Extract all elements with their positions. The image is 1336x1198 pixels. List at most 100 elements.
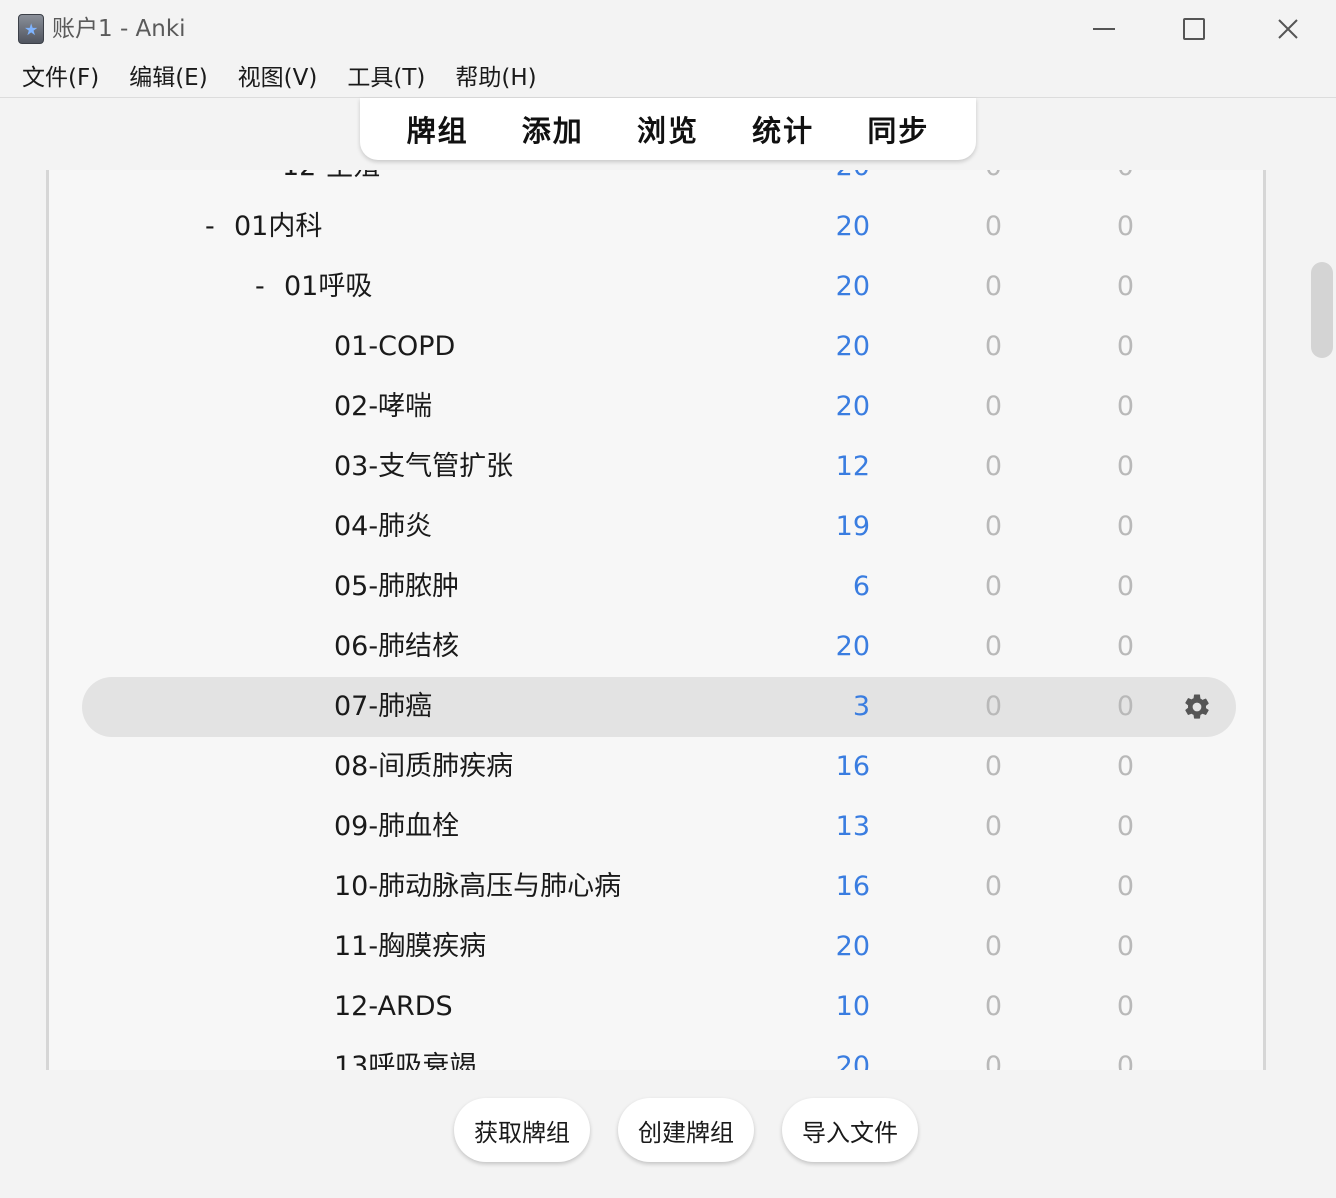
new-count: 13 [835, 811, 870, 842]
deck-name[interactable]: 09-肺血栓 [334, 797, 459, 857]
deck-name[interactable]: 06-肺结核 [334, 617, 459, 677]
gear-icon[interactable] [1182, 692, 1212, 722]
scrollbar-thumb[interactable] [1311, 262, 1333, 358]
learn-count: 0 [984, 631, 1002, 662]
deck-name[interactable]: 01-COPD [334, 317, 455, 377]
collapse-toggle[interactable]: - [255, 257, 265, 317]
toolbar-sync[interactable]: 同步 [867, 108, 929, 150]
get-shared-button[interactable]: 获取牌组 [454, 1098, 590, 1162]
deck-name[interactable]: 01内科 [234, 197, 322, 257]
new-count: 20 [835, 211, 870, 242]
learn-count: 0 [984, 691, 1002, 722]
learn-count: 0 [984, 211, 1002, 242]
deck-name[interactable]: 05-肺脓肿 [334, 557, 459, 617]
new-count: 10 [835, 991, 870, 1022]
due-count: 0 [1117, 170, 1134, 197]
toolbar-browse[interactable]: 浏览 [637, 108, 699, 150]
title-bar: ★ 账户1 - Anki [0, 0, 1336, 58]
learn-count: 0 [984, 751, 1002, 782]
new-count: 20 [835, 391, 870, 422]
due-count: 0 [1116, 391, 1134, 422]
toolbar-decks[interactable]: 牌组 [407, 108, 469, 150]
new-count: 20 [835, 271, 870, 302]
deck-row[interactable]: -01呼吸 20 0 0 [82, 257, 1236, 317]
new-count: 16 [835, 751, 870, 782]
minimize-button[interactable] [1074, 8, 1134, 50]
learn-count: 0 [984, 511, 1002, 542]
due-count: 0 [1116, 991, 1134, 1022]
close-icon [1278, 19, 1298, 39]
new-count: 20 [835, 631, 870, 662]
deck-name[interactable]: 12-ARDS [334, 977, 453, 1037]
deck-name[interactable]: 04-肺炎 [334, 497, 432, 557]
deck-name[interactable]: 13呼吸衰竭 [334, 1037, 476, 1070]
toolbar-add[interactable]: 添加 [522, 108, 584, 150]
due-count: 0 [1116, 931, 1134, 962]
deck-row[interactable]: 12-ARDS 10 0 0 [82, 977, 1236, 1037]
deck-row[interactable]: 05-肺脓肿 6 0 0 [82, 557, 1236, 617]
toolbar-stats[interactable]: 统计 [752, 108, 814, 150]
deck-list: 12-生殖2000-01内科2000-01呼吸200001-COPD200002… [46, 170, 1266, 1070]
learn-count: 0 [984, 391, 1002, 422]
menu-tools[interactable]: 工具(T) [331, 58, 439, 98]
due-count: 0 [1116, 1051, 1134, 1070]
menu-view[interactable]: 视图(V) [222, 58, 332, 98]
maximize-icon [1183, 18, 1205, 40]
deck-name[interactable]: 07-肺癌 [334, 677, 432, 737]
learn-count: 0 [985, 170, 1002, 197]
deck-row[interactable]: 04-肺炎 19 0 0 [82, 497, 1236, 557]
deck-row[interactable]: 03-支气管扩张 12 0 0 [82, 437, 1236, 497]
due-count: 0 [1116, 571, 1134, 602]
anki-window: ★ 账户1 - Anki 文件(F) 编辑(E) 视图(V) 工具(T) 帮助(… [0, 0, 1336, 1198]
deck-row[interactable]: 12-生殖 20 0 0 [82, 170, 1236, 197]
deck-row[interactable]: 13呼吸衰竭 20 0 0 [82, 1037, 1236, 1070]
due-count: 0 [1116, 211, 1134, 242]
deck-name[interactable]: 10-肺动脉高压与肺心病 [334, 857, 621, 917]
new-count: 3 [852, 691, 870, 722]
deck-row[interactable]: 08-间质肺疾病 16 0 0 [82, 737, 1236, 797]
deck-name[interactable]: 01呼吸 [284, 257, 372, 317]
due-count: 0 [1116, 331, 1134, 362]
deck-name[interactable]: 12-生殖 [282, 170, 380, 197]
deck-name[interactable]: 08-间质肺疾病 [334, 737, 513, 797]
due-count: 0 [1116, 631, 1134, 662]
maximize-button[interactable] [1164, 8, 1224, 50]
due-count: 0 [1116, 451, 1134, 482]
new-count: 20 [835, 331, 870, 362]
learn-count: 0 [984, 571, 1002, 602]
due-count: 0 [1116, 691, 1134, 722]
deck-row[interactable]: 02-哮喘 20 0 0 [82, 377, 1236, 437]
deck-row[interactable]: 01-COPD 20 0 0 [82, 317, 1236, 377]
menu-edit[interactable]: 编辑(E) [113, 58, 221, 98]
new-count: 12 [835, 451, 870, 482]
menu-help[interactable]: 帮助(H) [439, 58, 550, 98]
deck-row[interactable]: 10-肺动脉高压与肺心病 16 0 0 [82, 857, 1236, 917]
learn-count: 0 [984, 331, 1002, 362]
due-count: 0 [1116, 511, 1134, 542]
new-count: 20 [835, 931, 870, 962]
deck-name[interactable]: 02-哮喘 [334, 377, 432, 437]
new-count: 16 [835, 871, 870, 902]
new-count: 20 [836, 170, 870, 197]
close-button[interactable] [1258, 8, 1318, 50]
anki-app-icon[interactable]: ★ [18, 14, 44, 44]
new-count: 19 [835, 511, 870, 542]
collapse-toggle[interactable]: - [205, 197, 215, 257]
import-file-button[interactable]: 导入文件 [782, 1098, 918, 1162]
star-icon: ★ [24, 20, 39, 39]
learn-count: 0 [984, 871, 1002, 902]
deck-row[interactable]: 11-胸膜疾病 20 0 0 [82, 917, 1236, 977]
new-count: 6 [852, 571, 870, 602]
deck-row[interactable]: 09-肺血栓 13 0 0 [82, 797, 1236, 857]
menu-file[interactable]: 文件(F) [0, 58, 113, 98]
deck-row[interactable]: 06-肺结核 20 0 0 [82, 617, 1236, 677]
deck-name[interactable]: 11-胸膜疾病 [334, 917, 486, 977]
deck-row[interactable]: 07-肺癌 3 0 0 [82, 677, 1236, 737]
due-count: 0 [1116, 271, 1134, 302]
due-count: 0 [1116, 751, 1134, 782]
new-count: 20 [835, 1051, 870, 1070]
deck-row[interactable]: -01内科 20 0 0 [82, 197, 1236, 257]
create-deck-button[interactable]: 创建牌组 [618, 1098, 754, 1162]
due-count: 0 [1116, 811, 1134, 842]
deck-name[interactable]: 03-支气管扩张 [334, 437, 513, 497]
